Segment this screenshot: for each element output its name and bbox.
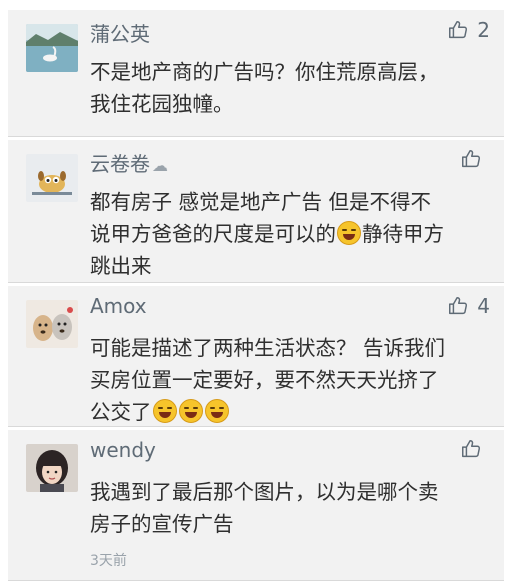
thumbs-up-icon bbox=[462, 440, 481, 458]
timestamp: 3天前 bbox=[90, 553, 127, 569]
crying-emoji-icon bbox=[152, 399, 177, 423]
thumbs-up-icon bbox=[449, 297, 468, 315]
like-count: 2 bbox=[477, 18, 490, 42]
username[interactable]: 云卷卷 ☁ bbox=[90, 148, 168, 177]
comment-text-part: 可能是描述了两种生活状态？ 告诉我们 买房位置一定要好，要不然天天光挤了 公交了 bbox=[90, 336, 446, 424]
username[interactable]: Amox bbox=[90, 294, 147, 318]
avatar[interactable] bbox=[26, 444, 78, 492]
laughing-crying-emoji-icon bbox=[337, 221, 361, 245]
comment-card: 蒲公英 2 不是地产商的广告吗？你住荒原高层， 我住花园独幢。 bbox=[8, 10, 504, 137]
thumbs-up-icon bbox=[449, 21, 468, 39]
comment-text: 不是地产商的广告吗？你住荒原高层， 我住花园独幢。 bbox=[90, 60, 439, 116]
comment-list: 蒲公英 2 不是地产商的广告吗？你住荒原高层， 我住花园独幢。 云卷卷 ☁ 都有… bbox=[0, 0, 512, 588]
avatar[interactable] bbox=[26, 300, 78, 348]
avatar[interactable] bbox=[26, 24, 78, 72]
cloud-icon: ☁ bbox=[152, 156, 168, 175]
avatar[interactable] bbox=[26, 154, 78, 202]
username-text: 云卷卷 bbox=[90, 152, 150, 176]
comment-text: 我遇到了最后那个图片，以为是哪个卖 房子的宣传广告 bbox=[90, 480, 439, 536]
comment-card: 云卷卷 ☁ 都有房子 感觉是地产广告 但是不得不 说甲方爸爸的尺度是可以的 静待甲方… bbox=[8, 140, 504, 283]
lake-swan-avatar-icon bbox=[26, 24, 78, 72]
like-button[interactable] bbox=[460, 438, 490, 460]
girl-avatar-icon bbox=[26, 444, 78, 492]
comment-text: 可能是描述了两种生活状态？ 告诉我们 买房位置一定要好，要不然天天光挤了 公交了 bbox=[90, 332, 492, 428]
comment-text: 都有房子 感觉是地产广告 但是不得不 说甲方爸爸的尺度是可以的 静待甲方 跳出来 bbox=[90, 186, 492, 282]
like-button[interactable]: 4 bbox=[447, 294, 490, 318]
like-button[interactable]: 2 bbox=[447, 18, 490, 42]
crying-emoji-icon bbox=[204, 399, 229, 423]
username[interactable]: wendy bbox=[90, 438, 156, 462]
thumbs-up-icon bbox=[462, 150, 481, 168]
two-dogs-avatar-icon bbox=[26, 300, 78, 348]
comment-card: Amox 4 可能是描述了两种生活状态？ 告诉我们 买房位置一定要好，要不然天天… bbox=[8, 286, 504, 427]
puppy-avatar-icon bbox=[26, 154, 78, 202]
like-count: 4 bbox=[477, 294, 490, 318]
comment-card: wendy 我遇到了最后那个图片，以为是哪个卖 房子的宣传广告 3天前 bbox=[8, 430, 504, 581]
username[interactable]: 蒲公英 bbox=[90, 18, 150, 47]
crying-emoji-icon bbox=[178, 399, 203, 423]
like-button[interactable] bbox=[460, 148, 490, 170]
